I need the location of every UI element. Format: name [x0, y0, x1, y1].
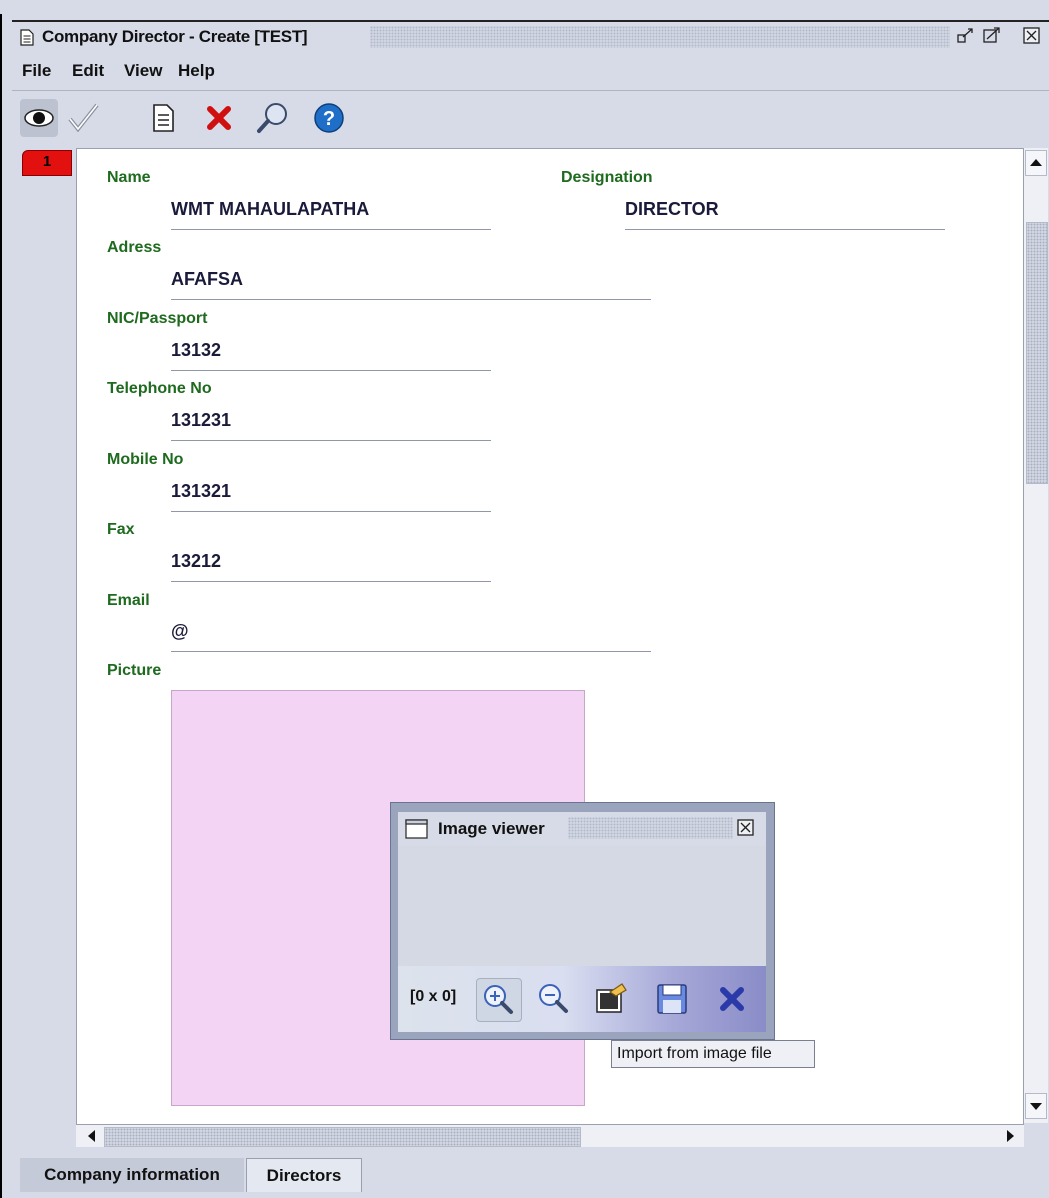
name-label: Name: [107, 169, 151, 186]
delete-x-icon: [207, 106, 231, 130]
toolbar: ?: [12, 90, 1049, 145]
maximize-icon[interactable]: [982, 26, 1002, 46]
image-viewer-toolbar: [0 x 0]: [398, 966, 766, 1032]
image-size-label: [0 x 0]: [410, 988, 457, 1005]
nic-field[interactable]: 13132: [171, 340, 491, 371]
save-icon: [657, 984, 687, 1014]
menu-file[interactable]: File: [22, 61, 51, 81]
import-image-icon: [596, 983, 627, 1013]
iconify-icon[interactable]: [956, 26, 976, 46]
name-field[interactable]: WMT MAHAULAPATHA: [171, 199, 491, 230]
close-icon[interactable]: [1022, 26, 1042, 46]
arrow-right-icon[interactable]: [1000, 1127, 1020, 1145]
application-window: Company Director - Create [TEST] File Ed…: [0, 0, 1049, 1198]
image-viewer-title: Image viewer: [438, 819, 545, 838]
designation-label: Designation: [561, 169, 653, 186]
horizontal-scroll-thumb[interactable]: [104, 1127, 581, 1147]
image-display-area: [398, 846, 766, 966]
zoom-in-button[interactable]: [476, 978, 522, 1022]
horizontal-scrollbar[interactable]: [76, 1124, 1024, 1147]
view-button[interactable]: [20, 99, 58, 137]
arrow-down-icon: [1030, 1103, 1042, 1110]
image-viewer-title-bar: Image viewer: [398, 812, 766, 846]
help-icon: ?: [314, 103, 344, 133]
scroll-down-button[interactable]: [1025, 1093, 1047, 1119]
scroll-up-button[interactable]: [1025, 150, 1047, 176]
import-image-button[interactable]: [588, 978, 632, 1020]
arrow-up-icon: [1030, 159, 1042, 166]
zoom-out-icon: [539, 984, 568, 1013]
mobile-field[interactable]: 131321: [171, 481, 491, 512]
arrow-left-icon[interactable]: [82, 1127, 102, 1145]
close-icon: [720, 987, 744, 1011]
address-label: Adress: [107, 239, 162, 256]
vertical-scrollbar[interactable]: [1023, 148, 1048, 1123]
save-button[interactable]: [64, 99, 102, 137]
email-field[interactable]: @: [171, 621, 651, 652]
zoom-out-button[interactable]: [532, 978, 576, 1020]
help-button[interactable]: ?: [310, 99, 348, 137]
tooltip: Import from image file: [611, 1040, 815, 1068]
menu-help[interactable]: Help: [178, 61, 215, 81]
checkmark-icon: [68, 103, 99, 133]
email-label: Email: [107, 592, 150, 609]
record-tab[interactable]: 1: [22, 150, 72, 176]
eye-icon: [24, 109, 54, 127]
window-edge: [0, 14, 2, 1198]
designation-field[interactable]: DIRECTOR: [625, 199, 945, 230]
search-icon: [257, 103, 287, 133]
delete-button[interactable]: [200, 99, 238, 137]
mobile-label: Mobile No: [107, 451, 184, 468]
picture-label: Picture: [107, 662, 162, 679]
address-field[interactable]: AFAFSA: [171, 269, 651, 300]
tab-directors[interactable]: Directors: [246, 1158, 362, 1192]
title-bar-texture: [568, 817, 733, 839]
window-icon: [405, 819, 428, 839]
fax-label: Fax: [107, 521, 135, 538]
clear-image-button[interactable]: [710, 978, 754, 1020]
title-bar-texture: [370, 26, 950, 48]
svg-text:?: ?: [323, 108, 335, 130]
window-title: Company Director - Create [TEST]: [42, 27, 308, 46]
search-button[interactable]: [254, 99, 292, 137]
title-bar: Company Director - Create [TEST]: [12, 20, 1049, 54]
telephone-field[interactable]: 131231: [171, 410, 491, 441]
menu-edit[interactable]: Edit: [72, 61, 104, 81]
new-record-button[interactable]: [144, 99, 182, 137]
save-image-button[interactable]: [650, 978, 694, 1020]
vertical-scroll-thumb[interactable]: [1026, 222, 1048, 484]
document-icon: [153, 104, 174, 132]
zoom-in-icon: [484, 985, 513, 1014]
tab-company-information[interactable]: Company information: [20, 1158, 244, 1192]
close-icon[interactable]: [736, 818, 756, 838]
fax-field[interactable]: 13212: [171, 551, 491, 582]
image-viewer-window: Image viewer [0 x 0]: [390, 802, 775, 1040]
telephone-label: Telephone No: [107, 380, 212, 397]
menu-view[interactable]: View: [124, 61, 162, 81]
nic-label: NIC/Passport: [107, 310, 208, 327]
document-icon: [20, 29, 34, 46]
menu-bar: File Edit View Help: [12, 56, 1049, 86]
